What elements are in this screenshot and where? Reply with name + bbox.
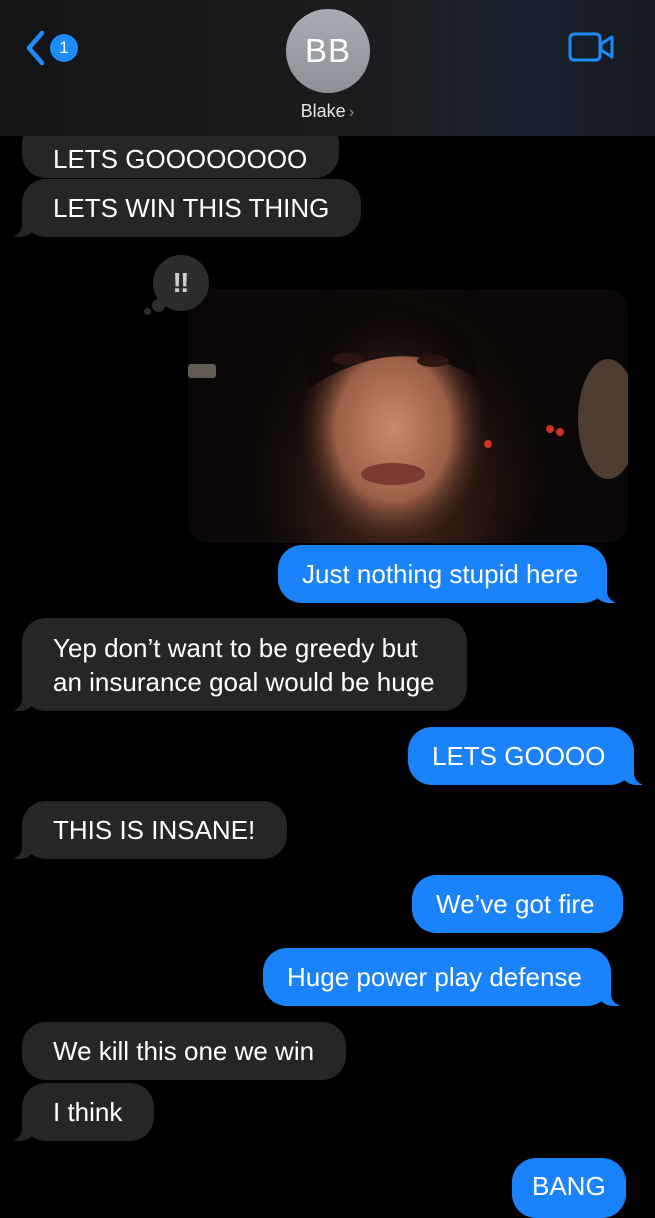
message-text: LETS GOOOOOOOO (53, 144, 308, 174)
attached-photo (188, 289, 628, 543)
contact-name: Blake (300, 101, 346, 121)
message-text: We kill this one we win (53, 1036, 315, 1066)
message-received[interactable]: LETS WIN THIS THING (7, 179, 362, 237)
back-button[interactable]: 1 (22, 28, 92, 68)
message-received[interactable]: Yep don’t want to be greedy but an insur… (8, 618, 467, 711)
message-text: THIS IS INSANE! (53, 815, 256, 845)
contact-avatar[interactable]: BB (286, 9, 370, 93)
message-text: I think (53, 1097, 123, 1127)
chevron-right-icon: › (348, 102, 355, 121)
video-camera-icon (568, 32, 614, 62)
message-sent[interactable]: Huge power play defense (263, 948, 625, 1006)
unread-badge: 1 (50, 34, 78, 62)
message-text: Huge power play defense (287, 962, 582, 992)
message-text: LETS WIN THIS THING (53, 193, 330, 223)
message-sent[interactable]: We’ve got fire (412, 875, 624, 933)
exclamation-reaction-icon[interactable]: ‼ (153, 255, 209, 311)
message-text: LETS GOOOO (432, 741, 606, 771)
message-received[interactable]: I think (7, 1083, 155, 1141)
message-text: BANG (532, 1171, 606, 1201)
reaction-bubble-tail (144, 308, 151, 315)
message-received[interactable]: THIS IS INSANE! (7, 801, 288, 859)
video-call-button[interactable] (568, 31, 616, 63)
message-sent[interactable]: LETS GOOOO (408, 727, 649, 785)
message-sent[interactable]: BANG (512, 1158, 626, 1218)
chevron-left-icon (26, 30, 45, 66)
contact-name-button[interactable]: Blake › (0, 101, 655, 122)
conversation-header: 1 BB Blake › (0, 0, 655, 136)
message-text-line: an insurance goal would be huge (53, 667, 435, 697)
message-received[interactable]: We kill this one we win (22, 1022, 347, 1080)
message-text: We’ve got fire (436, 889, 595, 919)
message-text: Just nothing stupid here (302, 559, 579, 589)
message-text-line: Yep don’t want to be greedy but (53, 633, 418, 663)
image-attachment[interactable] (188, 289, 628, 543)
message-sent[interactable]: Just nothing stupid here (278, 545, 622, 603)
